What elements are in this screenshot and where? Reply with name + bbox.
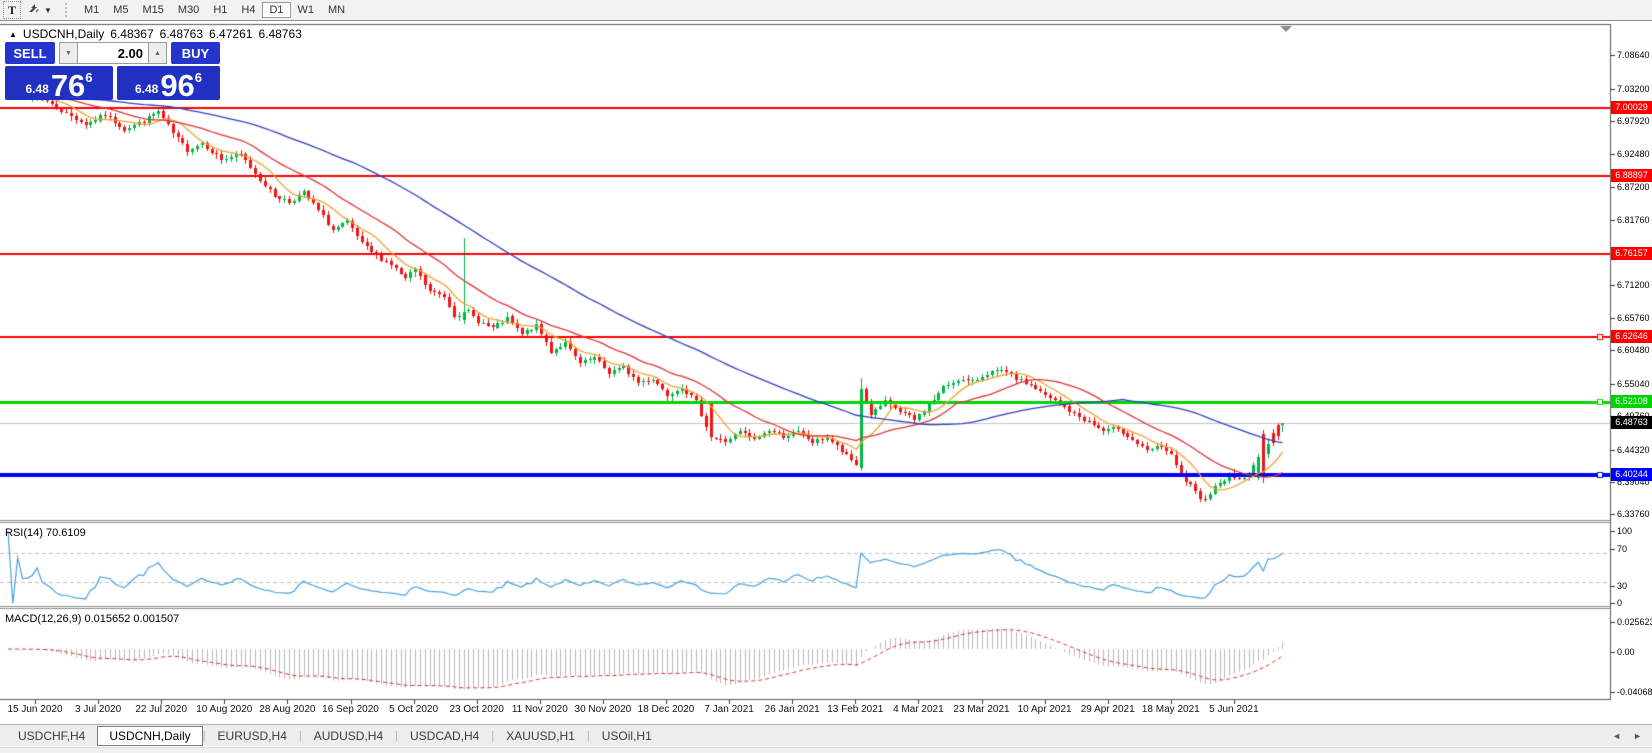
timeframe-button-m15[interactable]: M15 — [136, 2, 171, 18]
ohlc-close: 6.48763 — [258, 27, 302, 41]
macd-tick-label: 0.025623 — [1617, 617, 1652, 627]
rsi-tick-label: 0 — [1617, 598, 1623, 608]
one-click-trading-panel: SELL ▼ ▲ BUY 6.48 76 6 6.48 96 6 — [5, 42, 220, 103]
buy-price-main: 96 — [160, 68, 195, 103]
chart-symbol: USDCNH,Daily — [22, 27, 105, 41]
ohlc-open: 6.48367 — [110, 27, 154, 41]
buy-price-pipette: 6 — [194, 70, 203, 85]
macd-label: MACD(12,26,9) 0.015652 0.001507 — [5, 613, 180, 625]
dropdown-caret-icon: ▼ — [44, 5, 52, 15]
sell-button[interactable]: SELL — [5, 42, 55, 64]
text-tool-button[interactable]: T — [3, 1, 22, 19]
price-tick-label: 6.55040 — [1617, 379, 1650, 389]
macd-tick-label: -0.040687 — [1617, 687, 1652, 697]
price-tick-label: 7.03200 — [1617, 84, 1650, 94]
ohlc-high: 6.48763 — [159, 27, 204, 41]
chart-tab-audusd[interactable]: AUDUSD,H4 — [302, 727, 395, 745]
volume-increase-button[interactable]: ▲ — [148, 42, 167, 64]
arrows-tool-button[interactable]: ▼ — [27, 1, 52, 19]
chart-tab-eurusd[interactable]: EURUSD,H4 — [206, 727, 299, 745]
timeframe-button-d1[interactable]: D1 — [262, 2, 291, 18]
price-badge: 6.48763 — [1611, 416, 1652, 429]
sell-price-prefix: 6.48 — [25, 82, 49, 96]
price-tick-label: 6.71200 — [1617, 280, 1650, 290]
price-badge: 6.76157 — [1611, 247, 1652, 260]
timeframe-button-h4[interactable]: H4 — [234, 2, 262, 18]
sell-price-main: 76 — [50, 68, 86, 103]
price-tick-label: 7.08640 — [1617, 50, 1650, 60]
status-bar — [0, 747, 1652, 753]
price-badge: 6.40244 — [1611, 468, 1652, 481]
timeframe-group: M1 M5 M15 M30 H1 H4 D1 W1 MN — [77, 2, 352, 18]
sell-price-pipette: 6 — [85, 70, 93, 85]
rsi-label: RSI(14) 70.6109 — [5, 527, 86, 539]
chart-tab-usdchf[interactable]: USDCHF,H4 — [6, 727, 97, 745]
price-tick-label: 6.44320 — [1617, 445, 1650, 455]
rsi-tick-label: 30 — [1617, 581, 1628, 591]
sell-price-display[interactable]: 6.48 76 6 — [5, 66, 113, 103]
price-badge: 6.52108 — [1611, 395, 1652, 408]
timeframe-button-mn[interactable]: MN — [321, 2, 352, 18]
timeframe-button-h1[interactable]: H1 — [206, 2, 234, 18]
macd-tick-label: 0.00 — [1617, 647, 1635, 657]
chart-tab-bar: USDCHF,H4 USDCNH,Daily | EURUSD,H4 | AUDUSD,H… — [0, 724, 1652, 746]
chart-tab-usoil[interactable]: USOil,H1 — [590, 727, 664, 745]
ohlc-low: 6.47261 — [209, 27, 253, 41]
rsi-tick-label: 100 — [1617, 526, 1633, 536]
chart-tab-usdcnh[interactable]: USDCNH,Daily — [97, 725, 203, 746]
chart-plot[interactable] — [0, 0, 1652, 752]
chart-tab-xauusd[interactable]: XAUUSD,H1 — [494, 727, 587, 745]
buy-button[interactable]: BUY — [171, 42, 220, 64]
price-badge: 6.88897 — [1611, 169, 1652, 182]
rsi-tick-label: 70 — [1617, 544, 1628, 554]
price-tick-label: 6.60480 — [1617, 345, 1650, 355]
price-badge: 7.00029 — [1611, 101, 1652, 114]
price-badge: 6.62646 — [1611, 330, 1652, 343]
date-label: 5 Jun 2021 — [1209, 704, 1259, 715]
chart-tab-usdcad[interactable]: USDCAD,H4 — [398, 727, 491, 745]
tab-scroll-left-icon[interactable]: ◄ — [1612, 731, 1621, 741]
buy-price-prefix: 6.48 — [134, 82, 159, 96]
tab-scroll-arrows: ◄ ► — [1612, 731, 1642, 741]
timeframe-button-w1[interactable]: W1 — [291, 2, 322, 18]
timeframe-button-m30[interactable]: M30 — [171, 2, 206, 18]
timeframe-button-m5[interactable]: M5 — [106, 2, 135, 18]
toolbar: T ▼ M1 M5 M15 M30 H1 H4 D1 W1 MN — [0, 0, 1652, 21]
collapse-triangle-icon[interactable]: ▲ — [9, 30, 17, 39]
buy-price-display[interactable]: 6.48 96 6 — [117, 66, 220, 103]
arrows-tool-icon — [27, 1, 41, 19]
price-tick-label: 6.81760 — [1617, 215, 1650, 225]
volume-input[interactable] — [78, 42, 148, 64]
price-tick-label: 6.87200 — [1617, 182, 1650, 192]
toolbar-separator — [64, 3, 70, 17]
price-tick-label: 6.65760 — [1617, 313, 1650, 323]
price-tick-label: 6.33760 — [1617, 509, 1650, 519]
timeframe-button-m1[interactable]: M1 — [77, 2, 106, 18]
chart-title: ▲ USDCNH,Daily 6.48367 6.48763 6.47261 6… — [9, 27, 302, 41]
price-tick-label: 6.97920 — [1617, 116, 1650, 126]
chart-tabs: USDCHF,H4 USDCNH,Daily | EURUSD,H4 | AUDUSD,H… — [6, 725, 664, 746]
tab-scroll-right-icon[interactable]: ► — [1633, 731, 1642, 741]
price-tick-label: 6.92480 — [1617, 149, 1650, 159]
volume-decrease-button[interactable]: ▼ — [59, 42, 78, 64]
